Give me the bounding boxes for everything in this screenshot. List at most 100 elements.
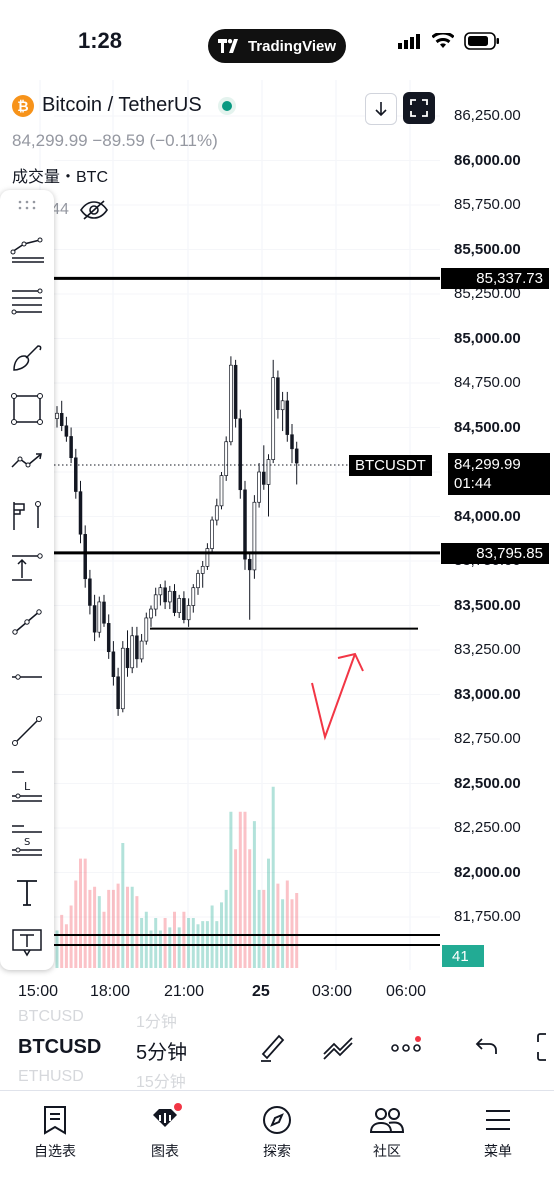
tool-long-position[interactable] [10, 498, 44, 532]
tool-horizontal-line[interactable] [10, 660, 44, 694]
time-axis-label: 18:00 [90, 983, 131, 1000]
symbol-header[interactable]: ₿ Bitcoin / TetherUS [12, 94, 236, 117]
text-icon [17, 880, 37, 906]
candle-body [172, 591, 177, 613]
candle-body [224, 441, 229, 476]
fullscreen-button[interactable] [403, 92, 435, 124]
tool-trend-line[interactable] [10, 714, 44, 748]
scroll-down-button[interactable] [365, 93, 397, 125]
candle-body [243, 489, 247, 560]
interval-selector[interactable]: 5分钟 [136, 1036, 187, 1065]
volume-bar [182, 911, 186, 968]
watchlist-icon [44, 1106, 66, 1135]
indicators-button[interactable] [322, 1030, 358, 1069]
candle-body [280, 400, 285, 411]
volume-bar [97, 896, 101, 968]
volume-bar [130, 886, 134, 968]
current-price: 84,299.99 [454, 456, 521, 473]
candle-body [55, 412, 59, 419]
volume-bar [163, 918, 167, 968]
rectangle-icon [11, 393, 43, 425]
tool-pitchfork[interactable] [10, 230, 44, 264]
tool-long-label[interactable]: L [10, 768, 44, 802]
symbol-title[interactable]: Bitcoin / TetherUS [42, 94, 202, 117]
price-axis-label: 84,750.00 [454, 374, 521, 391]
candle-body [158, 587, 163, 596]
level-low-tag[interactable]: 83,795.85 [441, 543, 549, 564]
tool-price-range[interactable] [10, 550, 44, 584]
current-price-tag: 84,299.99 01:44 [448, 453, 550, 495]
crosshair-button[interactable] [536, 1032, 554, 1067]
candle-body [285, 400, 290, 435]
tool-short-label[interactable]: S [10, 822, 44, 856]
market-open-icon [217, 96, 236, 115]
candle-body [120, 647, 125, 710]
nav-chart[interactable]: 图表 [125, 1103, 205, 1161]
volume-bar [168, 927, 172, 968]
fullscreen-icon [410, 99, 428, 117]
symbol-selector[interactable]: BTCUSD [18, 1036, 101, 1059]
candle-body [262, 471, 266, 485]
volume-bar [149, 930, 153, 968]
candle-body [266, 459, 271, 485]
volume-bar [177, 927, 181, 968]
price-change: 84,299.99 −89.59 (−0.11%) [12, 131, 218, 150]
price-axis-label: 82,250.00 [454, 819, 521, 836]
candle-body [139, 640, 144, 660]
bottom-navigation: 自选表 图表 探索 社区 菜单 [0, 1090, 554, 1201]
volume-bar [135, 896, 139, 968]
tool-path[interactable] [10, 445, 44, 479]
nav-community[interactable]: 社区 [347, 1103, 427, 1161]
nav-menu[interactable]: 菜单 [458, 1103, 538, 1161]
tool-text-box[interactable] [10, 925, 44, 959]
volume-bar [191, 918, 195, 968]
candle-body [92, 605, 97, 633]
time-axis-label: 25 [252, 983, 270, 1000]
price-axis-label: 85,000.00 [454, 329, 521, 347]
level-high-tag[interactable]: 85,337.73 [441, 268, 549, 289]
candle-body [167, 590, 172, 603]
candle-body [219, 475, 224, 507]
candle-body [247, 558, 252, 571]
nav-watchlist[interactable]: 自选表 [15, 1103, 95, 1161]
volume-bar [187, 918, 191, 968]
candle-body [271, 377, 276, 460]
trend-line-icon [12, 716, 42, 746]
time-axis-label: 21:00 [164, 983, 205, 1000]
volume-bar [79, 858, 82, 968]
drawing-toolbar: L S [0, 190, 54, 970]
pitchfork-icon [10, 237, 44, 263]
volume-bar [158, 930, 162, 968]
brush-icon [13, 345, 42, 371]
tool-text[interactable] [10, 875, 44, 909]
volume-bar [55, 930, 59, 968]
volume-label[interactable]: 成交量・BTC [12, 163, 108, 187]
tool-brush[interactable] [10, 340, 44, 374]
horizontal-lines[interactable] [54, 276, 440, 946]
volume-bar [126, 886, 129, 968]
price-axis-label: 82,500.00 [454, 774, 521, 792]
nav-label: 图表 [151, 1143, 179, 1159]
drawing-button[interactable] [255, 1030, 289, 1069]
volume-bar [93, 886, 97, 968]
undo-button[interactable] [472, 1032, 500, 1067]
toolbar-drag-handle[interactable] [10, 194, 44, 216]
candle-body [97, 601, 102, 633]
tool-fib-retracement[interactable] [10, 285, 44, 319]
nav-explore[interactable]: 探索 [237, 1103, 317, 1161]
volume-bar [107, 889, 111, 968]
candle-body [74, 457, 78, 492]
eye-hidden-icon[interactable] [79, 199, 109, 221]
price-axis-label: 86,250.00 [454, 107, 521, 124]
time-axis-label: 15:00 [18, 983, 59, 1000]
candle-body [135, 635, 139, 660]
candle-body [238, 418, 243, 491]
tool-trend-angle[interactable] [10, 605, 44, 639]
tool-rectangle[interactable] [10, 392, 44, 426]
volume-bar [276, 883, 280, 968]
candle-body [205, 548, 210, 567]
svg-text:L: L [24, 780, 31, 793]
more-button[interactable] [390, 1036, 424, 1061]
candle-body [83, 534, 87, 580]
price-axis-label: 85,500.00 [454, 240, 521, 258]
